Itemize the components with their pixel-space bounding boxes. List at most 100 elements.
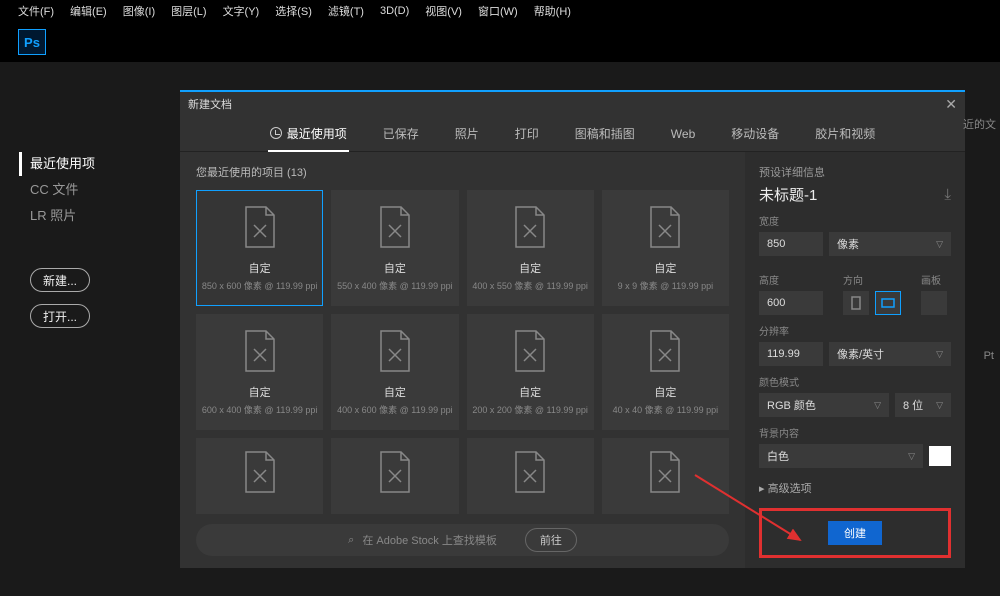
menu-select[interactable]: 选择(S) xyxy=(275,3,312,19)
preset-item[interactable] xyxy=(196,438,323,514)
preset-item[interactable]: 自定600 x 400 像素 @ 119.99 ppi xyxy=(196,314,323,430)
menu-filter[interactable]: 滤镜(T) xyxy=(328,3,364,19)
nav-recent[interactable]: 最近使用项 xyxy=(19,152,150,176)
color-bits-select[interactable]: 8 位▽ xyxy=(895,393,951,417)
save-preset-icon[interactable]: ⤓ xyxy=(944,186,951,203)
menu-layer[interactable]: 图层(L) xyxy=(171,3,206,19)
orient-label: 方向 xyxy=(843,272,901,287)
preset-name: 自定 xyxy=(654,384,676,400)
create-button[interactable]: 创建 xyxy=(828,521,882,545)
document-icon xyxy=(647,329,683,376)
chevron-down-icon: ▽ xyxy=(936,400,943,411)
preset-name: 自定 xyxy=(384,384,406,400)
nav-cc-files[interactable]: CC 文件 xyxy=(30,178,150,202)
clock-icon xyxy=(270,127,282,139)
details-header: 预设详细信息 xyxy=(759,164,951,180)
res-unit-select[interactable]: 像素/英寸▽ xyxy=(829,342,951,366)
orient-portrait-button[interactable] xyxy=(843,291,869,315)
preset-dimensions: 9 x 9 像素 @ 119.99 ppi xyxy=(618,279,714,292)
width-input[interactable] xyxy=(759,232,823,256)
preset-item[interactable]: 自定400 x 600 像素 @ 119.99 ppi xyxy=(331,314,458,430)
bg-select[interactable]: 白色▽ xyxy=(759,444,923,468)
cropped-text: 近的文 xyxy=(963,116,996,132)
chevron-down-icon: ▽ xyxy=(908,451,915,462)
preset-name: 自定 xyxy=(384,260,406,276)
preset-item[interactable]: 自定 550 x 400 像素 @ 119.99 ppi xyxy=(331,190,458,306)
dialog-tabs: 最近使用项 已保存 照片 打印 图稿和插图 Web 移动设备 胶片和视频 xyxy=(180,116,965,152)
preset-dimensions: 400 x 550 像素 @ 119.99 ppi xyxy=(472,279,588,292)
tab-mobile[interactable]: 移动设备 xyxy=(729,117,781,150)
height-label: 高度 xyxy=(759,272,823,287)
menu-edit[interactable]: 编辑(E) xyxy=(70,3,107,19)
presets-area: 您最近使用的项目 (13) 自定850 x 600 像素 @ 119.99 pp… xyxy=(180,152,745,568)
tab-web[interactable]: Web xyxy=(669,119,697,149)
presets-grid: 自定 850 x 600 像素 @ 119.99 ppi 自定 550 x 400 像… xyxy=(196,190,729,514)
bg-swatch[interactable] xyxy=(929,446,951,466)
height-input[interactable] xyxy=(759,291,823,315)
go-button[interactable]: 前往 xyxy=(525,528,577,552)
preset-dimensions: 200 x 200 像素 @ 119.99 ppi xyxy=(472,403,588,416)
preset-item[interactable]: 自定 850 x 600 像素 @ 119.99 ppi xyxy=(196,190,323,306)
res-input[interactable] xyxy=(759,342,823,366)
tab-recent-label: 最近使用项 xyxy=(287,125,347,142)
advanced-options-toggle[interactable]: ▸ 高级选项 xyxy=(759,480,951,496)
document-icon xyxy=(377,205,413,252)
menu-3d[interactable]: 3D(D) xyxy=(380,5,409,17)
preset-item[interactable]: 自定 40 x 40 像素 @ 119.99 ppi xyxy=(602,314,729,430)
document-icon xyxy=(647,450,683,497)
width-label: 宽度 xyxy=(759,213,951,228)
tab-saved[interactable]: 已保存 xyxy=(381,117,421,150)
open-button[interactable]: 打开... xyxy=(30,304,90,328)
preset-dimensions: 550 x 400 像素 @ 119.99 ppi xyxy=(337,279,453,292)
preset-item[interactable]: 自定9 x 9 像素 @ 119.99 ppi xyxy=(602,190,729,306)
app-logo-bar: Ps xyxy=(0,22,1000,62)
artboard-checkbox[interactable] xyxy=(921,291,947,315)
menu-window[interactable]: 窗口(W) xyxy=(478,3,518,19)
tab-art[interactable]: 图稿和插图 xyxy=(573,117,637,150)
preset-item[interactable] xyxy=(602,438,729,514)
preset-dimensions: 600 x 400 像素 @ 119.99 ppi xyxy=(202,403,318,416)
menu-file[interactable]: 文件(F) xyxy=(18,3,54,19)
search-placeholder: 在 Adobe Stock 上查找模板 xyxy=(362,532,497,548)
res-label: 分辨率 xyxy=(759,323,951,338)
preset-name: 自定 xyxy=(249,260,271,276)
preset-item[interactable] xyxy=(331,438,458,514)
tab-print[interactable]: 打印 xyxy=(513,117,541,150)
document-icon xyxy=(647,205,683,252)
document-icon xyxy=(242,329,278,376)
preset-item[interactable] xyxy=(467,438,594,514)
bg-label: 背景内容 xyxy=(759,425,951,440)
menu-type[interactable]: 文字(Y) xyxy=(223,3,260,19)
create-highlight-annotation: 创建 xyxy=(759,508,951,558)
tab-photo[interactable]: 照片 xyxy=(453,117,481,150)
search-icon: ⌕ xyxy=(348,534,354,547)
color-label: 颜色模式 xyxy=(759,374,951,389)
menu-help[interactable]: 帮助(H) xyxy=(534,3,571,19)
menu-view[interactable]: 视图(V) xyxy=(425,3,462,19)
new-document-dialog: 新建文档 ✕ 最近使用项 已保存 照片 打印 图稿和插图 Web 移动设备 胶片… xyxy=(180,90,965,568)
home-buttons: 新建... 打开... xyxy=(30,268,150,328)
dialog-title-text: 新建文档 xyxy=(188,96,232,112)
cropped-text-2: Pt xyxy=(984,350,994,362)
tab-recent[interactable]: 最近使用项 xyxy=(268,117,349,152)
doc-name[interactable]: 未标题-1 xyxy=(759,184,817,205)
document-icon xyxy=(512,450,548,497)
dialog-titlebar: 新建文档 ✕ xyxy=(180,92,965,116)
tab-film[interactable]: 胶片和视频 xyxy=(813,117,877,150)
nav-lr-photos[interactable]: LR 照片 xyxy=(30,204,150,228)
stock-search-bar[interactable]: ⌕ 在 Adobe Stock 上查找模板 前往 xyxy=(196,524,729,556)
orient-landscape-button[interactable] xyxy=(875,291,901,315)
close-icon[interactable]: ✕ xyxy=(945,96,957,113)
new-button[interactable]: 新建... xyxy=(30,268,90,292)
menu-image[interactable]: 图像(I) xyxy=(123,3,155,19)
preset-item[interactable]: 自定400 x 550 像素 @ 119.99 ppi xyxy=(467,190,594,306)
artboard-label: 画板 xyxy=(921,272,947,287)
preset-item[interactable]: 自定200 x 200 像素 @ 119.99 ppi xyxy=(467,314,594,430)
color-mode-select[interactable]: RGB 颜色▽ xyxy=(759,393,889,417)
preset-dimensions: 850 x 600 像素 @ 119.99 ppi xyxy=(202,279,318,292)
chevron-down-icon: ▽ xyxy=(874,400,881,411)
preset-dimensions: 40 x 40 像素 @ 119.99 ppi xyxy=(613,403,719,416)
width-unit-select[interactable]: 像素▽ xyxy=(829,232,951,256)
home-nav: 最近使用项 CC 文件 LR 照片 xyxy=(30,152,150,228)
document-icon xyxy=(377,450,413,497)
